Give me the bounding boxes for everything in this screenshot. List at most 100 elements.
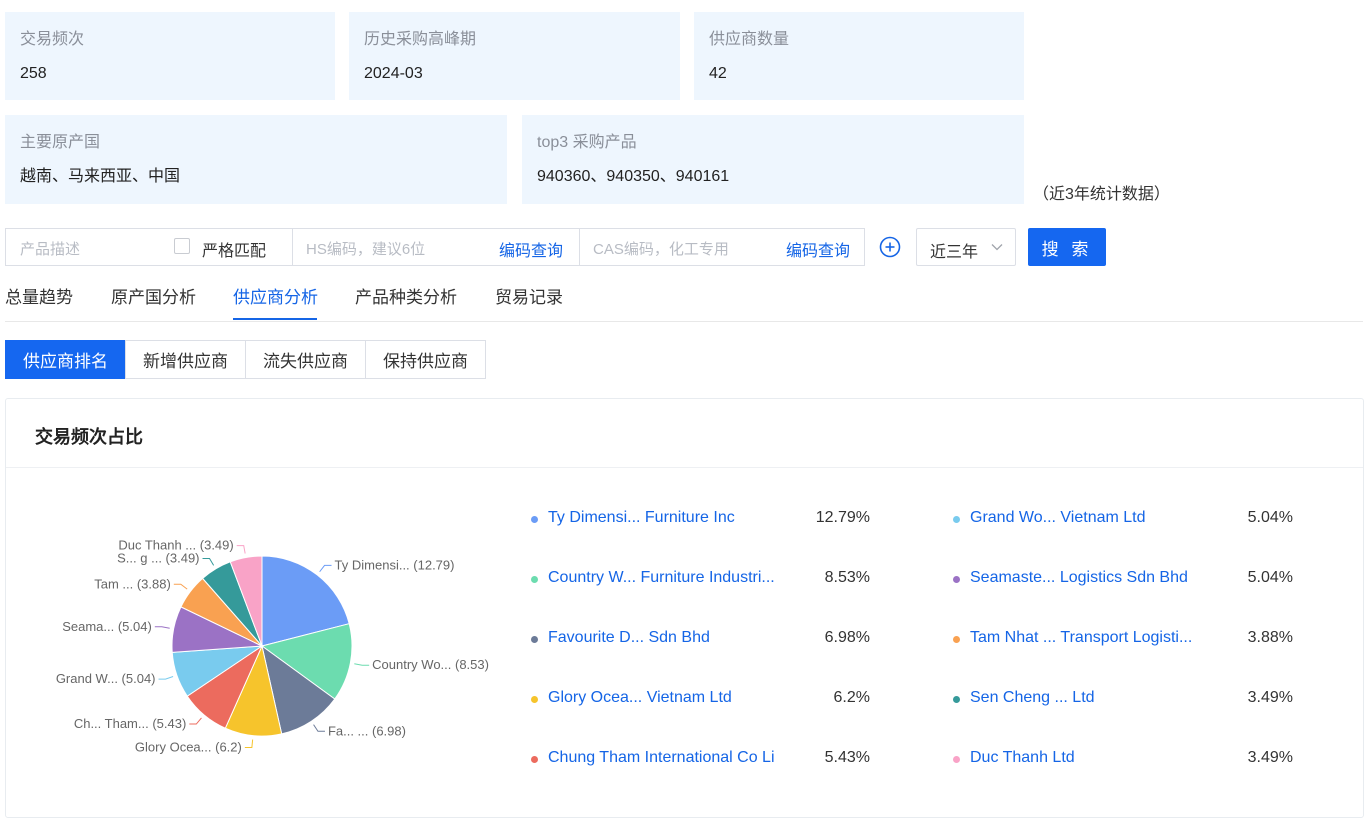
tab-trade-records[interactable]: 贸易记录 bbox=[495, 283, 563, 308]
cas-code-placeholder: CAS编码，化工专用 bbox=[593, 241, 729, 258]
legend-item[interactable]: Chung Tham International Co Li 5.43% bbox=[531, 748, 870, 770]
legend-supplier-name[interactable]: Grand Wo... Vietnam Ltd bbox=[970, 509, 1146, 527]
hs-code-field[interactable]: HS编码，建议6位 编码查询 bbox=[292, 229, 579, 265]
stat-label: 供应商数量 bbox=[709, 31, 790, 48]
pie-label-leader bbox=[202, 558, 215, 566]
stat-card-supplier-count: 供应商数量 42 bbox=[694, 12, 1024, 100]
stat-value: 越南、马来西亚、中国 bbox=[20, 168, 181, 185]
subtab-lost-suppliers[interactable]: 流失供应商 bbox=[245, 340, 366, 379]
legend-dot-icon bbox=[953, 696, 960, 703]
stats-note: （近3年统计数据） bbox=[1033, 186, 1170, 203]
legend-item[interactable]: Country W... Furniture Industri... 8.53% bbox=[531, 568, 870, 590]
legend-item[interactable]: Seamaste... Logistics Sdn Bhd 5.04% bbox=[953, 568, 1293, 590]
legend-percentage: 3.49% bbox=[1247, 689, 1293, 706]
legend-item[interactable]: Duc Thanh Ltd 3.49% bbox=[953, 748, 1293, 770]
pie-label-leader bbox=[319, 564, 332, 573]
strict-match-label[interactable]: 严格匹配 bbox=[202, 237, 266, 261]
pie-label-leader bbox=[158, 676, 174, 680]
chevron-down-icon bbox=[991, 244, 1003, 251]
analysis-tabs: 总量趋势 原产国分析 供应商分析 产品种类分析 贸易记录 bbox=[5, 280, 1363, 322]
cas-code-lookup-link[interactable]: 编码查询 bbox=[786, 237, 850, 261]
pie-label-leader bbox=[236, 545, 246, 554]
stat-label: 历史采购高峰期 bbox=[364, 31, 477, 48]
hs-code-placeholder: HS编码，建议6位 bbox=[306, 241, 426, 258]
search-button[interactable]: 搜 索 bbox=[1028, 228, 1106, 266]
strict-match-checkbox[interactable] bbox=[174, 238, 190, 254]
legend-percentage: 5.04% bbox=[1247, 569, 1293, 586]
active-tab-indicator bbox=[233, 318, 317, 320]
product-description-field[interactable]: 产品描述 严格匹配 bbox=[6, 229, 292, 265]
legend-percentage: 3.88% bbox=[1247, 629, 1293, 646]
legend-percentage: 5.43% bbox=[824, 749, 870, 766]
legend-item[interactable]: Ty Dimensi... Furniture Inc 12.79% bbox=[531, 508, 870, 530]
subtab-supplier-ranking[interactable]: 供应商排名 bbox=[5, 340, 126, 379]
pie-label-leader bbox=[154, 626, 170, 629]
legend-dot-icon bbox=[953, 756, 960, 763]
legend-item[interactable]: Favourite D... Sdn Bhd 6.98% bbox=[531, 628, 870, 650]
legend-dot-icon bbox=[531, 516, 538, 523]
tab-product-category-analysis[interactable]: 产品种类分析 bbox=[355, 283, 457, 308]
legend-percentage: 3.49% bbox=[1247, 749, 1293, 766]
cas-code-field[interactable]: CAS编码，化工专用 编码查询 bbox=[579, 229, 865, 265]
legend-dot-icon bbox=[531, 636, 538, 643]
legend-dot-icon bbox=[953, 516, 960, 523]
pie-slice-label: Fa... ... (6.98) bbox=[328, 723, 406, 738]
legend-item[interactable]: Sen Cheng ... Ltd 3.49% bbox=[953, 688, 1293, 710]
supplier-subtabs: 供应商排名 新增供应商 流失供应商 保持供应商 bbox=[5, 340, 486, 379]
pie-slice-label: S... g ... (3.49) bbox=[117, 551, 199, 566]
legend-supplier-name[interactable]: Glory Ocea... Vietnam Ltd bbox=[548, 689, 732, 707]
legend-supplier-name[interactable]: Sen Cheng ... Ltd bbox=[970, 689, 1095, 707]
tab-origin-analysis[interactable]: 原产国分析 bbox=[111, 283, 196, 308]
legend-supplier-name[interactable]: Chung Tham International Co Li bbox=[548, 749, 775, 767]
panel-divider bbox=[6, 467, 1363, 468]
stat-card-frequency: 交易频次 258 bbox=[5, 12, 335, 100]
subtab-new-suppliers[interactable]: 新增供应商 bbox=[125, 340, 246, 379]
legend-supplier-name[interactable]: Tam Nhat ... Transport Logisti... bbox=[970, 629, 1192, 647]
legend-item[interactable]: Glory Ocea... Vietnam Ltd 6.2% bbox=[531, 688, 870, 710]
legend-item[interactable]: Tam Nhat ... Transport Logisti... 3.88% bbox=[953, 628, 1293, 650]
legend-supplier-name[interactable]: Ty Dimensi... Furniture Inc bbox=[548, 509, 735, 527]
pie-label-leader bbox=[244, 739, 254, 748]
pie-label-leader bbox=[354, 663, 370, 666]
pie-slice-label: Glory Ocea... (6.2) bbox=[135, 739, 242, 754]
legend-dot-icon bbox=[953, 576, 960, 583]
stat-card-top3-products: top3 采购产品 940360、940350、940161 bbox=[522, 115, 1024, 204]
subtab-retained-suppliers[interactable]: 保持供应商 bbox=[365, 340, 486, 379]
stat-card-peak-period: 历史采购高峰期 2024-03 bbox=[349, 12, 680, 100]
legend-dot-icon bbox=[531, 696, 538, 703]
legend-dot-icon bbox=[531, 756, 538, 763]
panel-title: 交易频次占比 bbox=[35, 427, 143, 447]
legend-supplier-name[interactable]: Favourite D... Sdn Bhd bbox=[548, 629, 710, 647]
pie-label-leader bbox=[173, 583, 188, 590]
frequency-pie-chart: Ty Dimensi... (12.79) Country Wo... (8.53… bbox=[56, 538, 489, 755]
pie-slice-label: Seama... (5.04) bbox=[62, 619, 152, 634]
legend-percentage: 6.2% bbox=[833, 689, 870, 706]
pie-slice-label: Grand W... (5.04) bbox=[56, 671, 156, 686]
hs-code-lookup-link[interactable]: 编码查询 bbox=[499, 237, 563, 261]
pie-slice-label: Ch... Tham... (5.43) bbox=[74, 716, 186, 731]
product-description-placeholder: 产品描述 bbox=[20, 241, 81, 258]
legend-percentage: 8.53% bbox=[824, 569, 870, 586]
time-range-select[interactable]: 近三年 bbox=[916, 228, 1016, 266]
pie-slice-label: Tam ... (3.88) bbox=[94, 576, 171, 591]
legend-supplier-name[interactable]: Duc Thanh Ltd bbox=[970, 749, 1075, 767]
stat-value: 258 bbox=[20, 65, 47, 82]
legend-supplier-name[interactable]: Country W... Furniture Industri... bbox=[548, 569, 775, 587]
stat-label: 主要原产国 bbox=[20, 134, 101, 151]
tab-supplier-analysis[interactable]: 供应商分析 bbox=[233, 283, 318, 308]
legend-supplier-name[interactable]: Seamaste... Logistics Sdn Bhd bbox=[970, 569, 1188, 587]
legend-dot-icon bbox=[953, 636, 960, 643]
legend-dot-icon bbox=[531, 576, 538, 583]
pie-slice-label: Ty Dimensi... (12.79) bbox=[335, 557, 455, 572]
time-range-value: 近三年 bbox=[930, 244, 979, 261]
stat-value: 42 bbox=[709, 65, 727, 82]
tab-total-trend[interactable]: 总量趋势 bbox=[5, 283, 73, 308]
legend-item[interactable]: Grand Wo... Vietnam Ltd 5.04% bbox=[953, 508, 1293, 530]
stat-value: 2024-03 bbox=[364, 65, 423, 82]
pie-label-leader bbox=[189, 717, 202, 725]
legend-percentage: 12.79% bbox=[815, 509, 870, 526]
add-condition-icon[interactable] bbox=[879, 236, 901, 258]
legend-percentage: 6.98% bbox=[824, 629, 870, 646]
stat-card-origin-countries: 主要原产国 越南、马来西亚、中国 bbox=[5, 115, 507, 204]
pie-label-leader bbox=[313, 724, 325, 732]
